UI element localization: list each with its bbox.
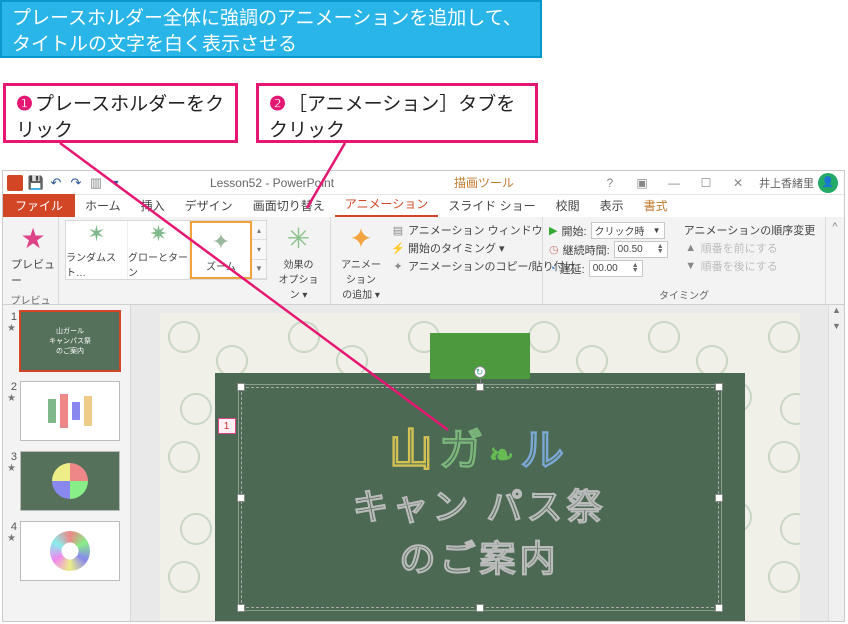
qat-start-icon[interactable]: ▥	[87, 174, 105, 192]
ribbon-tabs: ファイル ホーム 挿入 デザイン 画面切り替え アニメーション スライド ショー…	[3, 195, 844, 217]
maximize-icon[interactable]: ☐	[695, 174, 717, 192]
play-icon: ▶	[549, 224, 557, 237]
reorder-title: アニメーションの順序変更	[684, 222, 816, 238]
callout-2-num: ❷	[269, 94, 286, 115]
down-arrow-icon: ▼	[684, 259, 698, 273]
duration-spinner[interactable]: 00.50▲▼	[614, 241, 668, 258]
random-stripes-icon: ✶	[82, 221, 112, 247]
slide-thumbnail-1[interactable]: 山ガールキャンパス祭のご案内	[20, 311, 120, 371]
tab-transitions[interactable]: 画面切り替え	[243, 195, 335, 217]
thumb-row-2[interactable]: 2★	[7, 381, 126, 441]
user-account[interactable]: 井上香緒里👤	[759, 173, 838, 193]
tab-design[interactable]: デザイン	[175, 195, 243, 217]
document-title: Lesson52 - PowerPoint	[210, 176, 334, 190]
callout-1: ❶プレースホルダーをクリック	[3, 83, 238, 143]
title-bar: 💾 ↶ ↷ ▥ ▼ Lesson52 - PowerPoint 描画ツール ? …	[3, 171, 844, 195]
effect-options-icon: ✳	[283, 222, 315, 254]
ribbon-display-icon[interactable]: ▣	[631, 174, 653, 192]
move-later-button: ▼順番を後にする	[684, 258, 816, 274]
tab-view[interactable]: 表示	[590, 195, 634, 217]
qat-redo-icon[interactable]: ↷	[67, 174, 85, 192]
slide-card: ↻ 1 山ガ❧ル キャ	[215, 373, 745, 621]
gallery-scroll[interactable]: ▴▾▼	[252, 221, 266, 279]
anim-star-icon: ★	[7, 323, 17, 334]
minimize-icon[interactable]: —	[663, 174, 685, 192]
add-animation-icon: ✦	[345, 222, 377, 254]
contextual-tab-label: 描画ツール	[454, 174, 514, 191]
ribbon: ★ プレビュー プレビュー ✶ ランダムスト… ✷ グローとターン	[3, 217, 844, 305]
help-icon[interactable]: ?	[599, 174, 621, 192]
qat-save-icon[interactable]: 💾	[27, 174, 45, 192]
qat-customize-icon[interactable]: ▼	[107, 174, 125, 192]
animation-gallery[interactable]: ✶ ランダムスト… ✷ グローとターン ✦ ズーム ▴▾▼	[65, 220, 267, 280]
anim-star-icon: ★	[7, 463, 17, 474]
move-earlier-button: ▲順番を前にする	[684, 240, 816, 256]
painter-icon: ✦	[391, 259, 405, 273]
trigger-icon: ⚡	[391, 241, 405, 255]
effect-options-button[interactable]: ✳ 効果の オプション ▾	[273, 220, 324, 303]
title-text: 山ガ❧ル キャン パス祭 のご案内	[242, 388, 718, 607]
anim-star-icon: ★	[7, 393, 17, 404]
thumb-row-4[interactable]: 4★	[7, 521, 126, 581]
title-placeholder[interactable]: ↻ 1 山ガ❧ル キャ	[241, 387, 719, 608]
zoom-icon: ✦	[206, 228, 236, 256]
animation-order-tag[interactable]: 1	[218, 418, 236, 434]
delay-row: ◔ 遅延: 00.00▲▼	[549, 260, 668, 277]
gallery-zoom[interactable]: ✦ ズーム	[190, 221, 252, 279]
slide-thumbnail-2[interactable]	[20, 381, 120, 441]
tab-slideshow[interactable]: スライド ショー	[438, 195, 545, 217]
qat-undo-icon[interactable]: ↶	[47, 174, 65, 192]
tab-insert[interactable]: 挿入	[131, 195, 175, 217]
start-dropdown[interactable]: クリック時▼	[591, 222, 665, 239]
up-arrow-icon: ▲	[684, 241, 698, 255]
delay-spinner[interactable]: 00.00▲▼	[589, 260, 643, 277]
callout-1-text: プレースホルダーをクリック	[16, 94, 224, 141]
avatar-icon: 👤	[818, 173, 838, 193]
work-area: 1★ 山ガールキャンパス祭のご案内 2★ 3★ 4★	[3, 305, 844, 621]
tab-home[interactable]: ホーム	[75, 195, 131, 217]
tab-format[interactable]: 書式	[634, 195, 678, 217]
clock-icon: ◷	[549, 243, 559, 256]
collapse-ribbon-icon[interactable]: ^	[826, 217, 844, 304]
grow-turn-icon: ✷	[144, 221, 174, 247]
instruction-banner: プレースホルダー全体に強調のアニメーションを追加して、タイトルの文字を白く表示さ…	[0, 0, 542, 58]
anim-star-icon: ★	[7, 533, 17, 544]
powerpoint-window: 💾 ↶ ↷ ▥ ▼ Lesson52 - PowerPoint 描画ツール ? …	[2, 170, 845, 622]
group-label-timing: タイミング	[549, 285, 819, 304]
preview-button[interactable]: ★ プレビュー	[9, 220, 57, 290]
slide[interactable]: ↻ 1 山ガ❧ル キャ	[160, 313, 800, 621]
vertical-scrollbar[interactable]: ▲▼	[828, 305, 844, 621]
add-animation-button[interactable]: ✦ アニメーション の追加 ▾	[337, 220, 385, 303]
gallery-grow-turn[interactable]: ✷ グローとターン	[128, 221, 190, 279]
duration-row: ◷ 継続時間: 00.50▲▼	[549, 241, 668, 258]
slide-canvas-area[interactable]: ↻ 1 山ガ❧ル キャ	[131, 305, 828, 621]
slide-thumbnail-4[interactable]	[20, 521, 120, 581]
leaf-icon: ❧	[489, 439, 520, 472]
thumb-row-3[interactable]: 3★	[7, 451, 126, 511]
callout-2: ❷［アニメーション］タブをクリック	[256, 83, 538, 143]
tab-file[interactable]: ファイル	[3, 194, 75, 217]
callout-2-text: ［アニメーション］タブをクリック	[269, 94, 515, 141]
gallery-random-stripes[interactable]: ✶ ランダムスト…	[66, 221, 128, 279]
pane-icon: ▤	[391, 223, 405, 237]
app-icon	[7, 175, 23, 191]
start-row: ▶ 開始: クリック時▼	[549, 222, 668, 239]
slide-thumbnail-3[interactable]	[20, 451, 120, 511]
thumb-row-1[interactable]: 1★ 山ガールキャンパス祭のご案内	[7, 311, 126, 371]
rotate-handle-icon[interactable]: ↻	[474, 366, 486, 378]
close-icon[interactable]: ✕	[727, 174, 749, 192]
callout-1-num: ❶	[16, 94, 33, 115]
delay-icon: ◔	[549, 263, 556, 275]
tab-animations[interactable]: アニメーション	[335, 193, 439, 217]
tab-review[interactable]: 校閲	[546, 195, 590, 217]
preview-star-icon: ★	[17, 222, 49, 254]
slide-thumbnails-panel[interactable]: 1★ 山ガールキャンパス祭のご案内 2★ 3★ 4★	[3, 305, 131, 621]
